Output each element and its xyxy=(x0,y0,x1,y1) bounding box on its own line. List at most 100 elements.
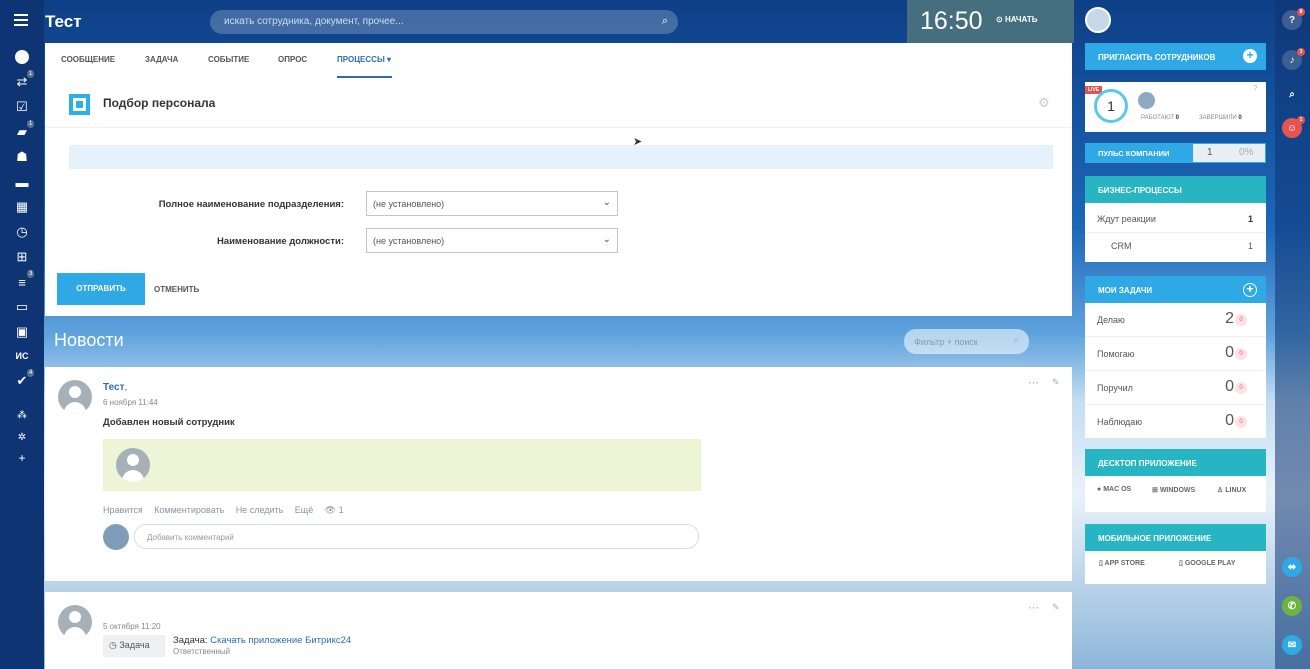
help-icon[interactable]: ? 8 xyxy=(1282,8,1305,30)
bp-header[interactable]: БИЗНЕС-ПРОЦЕССЫ xyxy=(1085,176,1266,203)
feed-icon[interactable] xyxy=(0,46,44,68)
calendar-icon[interactable]: ▦ xyxy=(0,196,44,218)
task-link[interactable]: Скачать приложение Битрикс24 xyxy=(210,635,351,646)
clock-time: 16:50 xyxy=(920,7,983,35)
chat-icon[interactable]: ✉ xyxy=(1282,635,1302,655)
tab-message[interactable]: СООБЩЕНИЕ xyxy=(61,55,115,64)
avatar[interactable] xyxy=(116,448,150,482)
help-icon[interactable]: ? xyxy=(1253,84,1257,93)
app-title[interactable]: Тест xyxy=(45,12,82,32)
linux-link[interactable]: ♙ LINUX xyxy=(1217,486,1246,494)
start-label: НАЧАТЬ xyxy=(1004,15,1038,24)
tasks-header[interactable]: МОИ ЗАДАЧИ + xyxy=(1085,276,1266,303)
notifications-icon[interactable]: ♪ 3 xyxy=(1282,48,1305,70)
post-author[interactable]: Тест, xyxy=(103,382,127,393)
tab-processes[interactable]: ПРОЦЕССЫ ▾ xyxy=(337,55,391,64)
unfollow-link[interactable]: Не следить xyxy=(236,505,284,515)
list-item[interactable]: Ждут реакции 1 xyxy=(1085,203,1266,233)
pin-icon[interactable]: ✎ xyxy=(1052,377,1060,388)
structure-icon[interactable]: ⁂ xyxy=(0,404,44,426)
list-item[interactable]: CRM 1 xyxy=(1085,233,1266,261)
pulse-bar[interactable]: ПУЛЬС КОМПАНИИ 1 0% xyxy=(1085,143,1266,163)
search-input[interactable]: искать сотрудника, документ, прочее... ⌕ xyxy=(210,10,678,34)
avatar[interactable] xyxy=(103,524,129,550)
search-icon[interactable]: ⌕ xyxy=(1282,84,1302,104)
mac-os-link[interactable]: ● MAC OS xyxy=(1097,486,1131,493)
drive-icon[interactable]: ▬ xyxy=(0,171,44,193)
task-row[interactable]: Поручил 0 0 xyxy=(1085,371,1266,405)
pulse-percent: 0% xyxy=(1239,147,1254,158)
employees-icon[interactable]: ☗ xyxy=(0,146,44,168)
news-title: Новости xyxy=(54,330,124,350)
phone-icon[interactable]: ✆ xyxy=(1282,596,1302,616)
process-icon xyxy=(69,94,90,115)
filter-icon[interactable]: ≡ 3 xyxy=(0,270,44,293)
position-select[interactable]: (не установлено) ⌄ xyxy=(366,228,618,253)
online-count[interactable]: 1 xyxy=(1094,89,1128,123)
google-play-link[interactable]: ▯ GOOGLE PLAY xyxy=(1179,559,1236,567)
add-icon[interactable]: + xyxy=(1243,283,1257,297)
field-label-department: Полное наименование подразделения: xyxy=(158,199,344,210)
finished-label: ЗАВЕРШИЛИ 0 xyxy=(1199,115,1242,121)
task-row[interactable]: Делаю 2 0 xyxy=(1085,303,1266,337)
cancel-button[interactable]: ОТМЕНИТЬ xyxy=(154,285,199,294)
tab-poll[interactable]: ОПРОС xyxy=(278,55,307,64)
chat-icon[interactable]: ▰ 1 xyxy=(0,120,44,143)
more-icon[interactable]: ⋯ xyxy=(1028,376,1039,389)
gear-icon[interactable]: ⚙ xyxy=(1038,95,1050,111)
app-store-link[interactable]: ▯ APP STORE xyxy=(1099,559,1145,567)
post-date[interactable]: 6 ноября 11:44 xyxy=(103,398,158,407)
more-link[interactable]: Ещё xyxy=(295,505,313,515)
tasks-icon[interactable]: ⇄ 1 xyxy=(0,70,44,93)
task-responsible: Ответственный xyxy=(173,647,231,656)
chevron-down-icon: ⌄ xyxy=(602,234,611,245)
contact-icon[interactable]: ☺ 1 xyxy=(1282,116,1305,138)
checklist-icon[interactable]: ☑ xyxy=(0,96,44,118)
start-workday-button[interactable]: ⊙ НАЧАТЬ xyxy=(996,15,1038,24)
window-icon[interactable]: ▭ xyxy=(0,296,44,318)
invite-button[interactable]: ПРИГЛАСИТЬ СОТРУДНИКОВ + xyxy=(1085,43,1266,70)
widget-icon[interactable]: ⬌ xyxy=(1282,557,1302,577)
pin-icon[interactable]: ✎ xyxy=(1052,602,1060,613)
search-icon[interactable]: ⌕ xyxy=(662,15,668,28)
contacts-icon[interactable]: ▣ xyxy=(0,321,44,343)
news-filter-input[interactable]: Фильтр + поиск ⌕ xyxy=(904,329,1029,354)
user-avatar[interactable] xyxy=(1085,7,1111,33)
avatar[interactable] xyxy=(58,605,92,639)
info-bar xyxy=(69,145,1053,169)
employee-card xyxy=(103,439,701,491)
avatar[interactable] xyxy=(58,380,92,414)
department-select[interactable]: (не установлено) ⌄ xyxy=(366,191,618,216)
submit-button[interactable]: ОТПРАВИТЬ xyxy=(57,273,145,305)
add-icon[interactable]: + xyxy=(0,447,44,469)
search-icon[interactable]: ⌕ xyxy=(1013,335,1019,346)
phone-icon: ▯ xyxy=(1099,560,1103,567)
windows-link[interactable]: ⊞ WINDOWS xyxy=(1152,486,1195,494)
clock-icon[interactable]: ◷ xyxy=(0,221,44,243)
tab-task[interactable]: ЗАДАЧА xyxy=(145,55,178,64)
avatar[interactable] xyxy=(1138,92,1155,109)
pulse-label: ПУЛЬС КОМПАНИИ xyxy=(1098,149,1170,158)
more-icon[interactable]: ⋯ xyxy=(1028,601,1039,614)
crm-icon[interactable]: ⊞ xyxy=(0,246,44,268)
right-rail: ? 8 ♪ 3 ⌕ ☺ 1 ⬌ ✆ ✉ xyxy=(1275,0,1310,669)
live-widget: LIVE 1 РАБОТАЮТ 0 ЗАВЕРШИЛИ 0 ? xyxy=(1085,82,1266,132)
like-link[interactable]: Нравится xyxy=(103,505,143,515)
comment-input[interactable]: Добавить комментарий xyxy=(134,524,699,549)
tab-event[interactable]: СОБЫТИЕ xyxy=(208,55,249,64)
comment-link[interactable]: Комментировать xyxy=(154,505,224,515)
post-text: Добавлен новый сотрудник xyxy=(103,417,235,428)
windows-icon: ⊞ xyxy=(1152,487,1158,494)
settings-icon[interactable]: ✲ xyxy=(0,426,44,448)
news-post: Тест, 6 ноября 11:44 Добавлен новый сотр… xyxy=(45,367,1072,581)
pulse-meter: 1 0% xyxy=(1193,144,1265,162)
post-actions: Нравится Комментировать Не следить Ещё 👁… xyxy=(103,500,358,518)
check-icon[interactable]: ✔ 4 xyxy=(0,369,44,392)
menu-icon[interactable] xyxy=(14,14,28,29)
post-date[interactable]: 5 октября 11:20 xyxy=(103,622,161,631)
news-post: 5 октября 11:20 ◷ Задача Задача: Скачать… xyxy=(45,592,1072,669)
is-item[interactable]: ИС xyxy=(0,345,44,367)
task-row[interactable]: Помогаю 0 0 xyxy=(1085,337,1266,371)
task-row[interactable]: Наблюдаю 0 0 xyxy=(1085,405,1266,439)
views-count: 👁 1 xyxy=(324,505,344,515)
